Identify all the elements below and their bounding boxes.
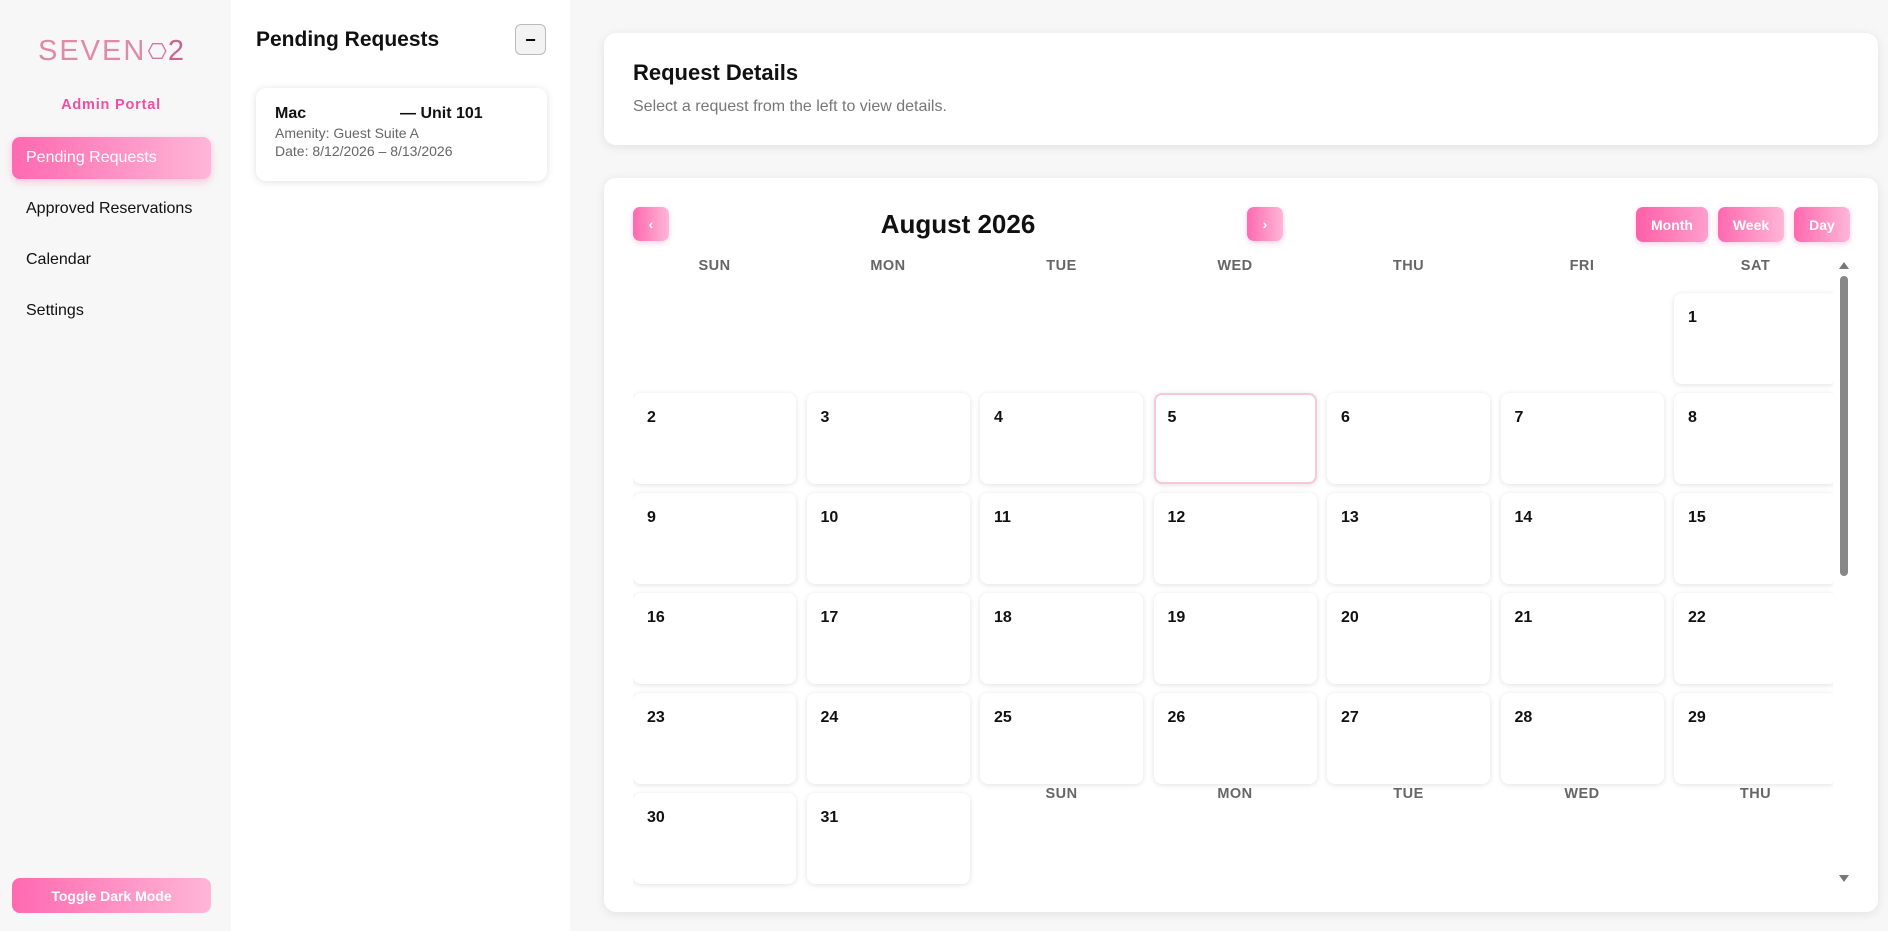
calendar-day-1[interactable]: 1	[1674, 293, 1833, 384]
sidebar-item-approved-reservations[interactable]: Approved Reservations	[12, 188, 211, 230]
calendar-day-9[interactable]: 9	[633, 493, 796, 584]
view-month-button[interactable]: Month	[1636, 207, 1708, 242]
calendar-day-23[interactable]: 23	[633, 693, 796, 784]
calendar-day-11[interactable]: 11	[980, 493, 1143, 584]
pending-panel-title: Pending Requests	[256, 28, 440, 51]
calendar-day-31[interactable]: 31	[806, 793, 970, 884]
calendar-day-17[interactable]: 17	[806, 593, 970, 684]
calendar-day-4[interactable]: 4	[980, 393, 1143, 484]
sidebar-item-pending-requests[interactable]: Pending Requests	[12, 137, 211, 179]
calendar-day-20[interactable]: 20	[1327, 593, 1490, 684]
overflow-weekday-header-mon: MON	[1217, 786, 1253, 802]
calendar-day-12[interactable]: 12	[1153, 493, 1317, 584]
request-date: Date: 8/12/2026 – 8/13/2026	[275, 143, 453, 159]
sidebar-nav: Pending Requests Approved Reservations C…	[12, 137, 211, 341]
weekday-header-fri: FRI	[1569, 258, 1595, 274]
overflow-weekday-header-tue: TUE	[1393, 786, 1424, 802]
weekday-header-tue: TUE	[1046, 258, 1077, 274]
calendar-title: August 2026	[880, 209, 1036, 239]
calendar-day-28[interactable]: 28	[1500, 693, 1664, 784]
request-details-card: Request Details Select a request from th…	[604, 33, 1878, 145]
calendar-day-3[interactable]: 3	[806, 393, 970, 484]
weekday-header-sun: SUN	[698, 258, 731, 274]
calendar-day-25[interactable]: 25	[980, 693, 1143, 784]
request-card-header: Mac — Unit 101	[275, 105, 528, 123]
request-name: Mac	[275, 105, 307, 122]
calendar-day-27[interactable]: 27	[1327, 693, 1490, 784]
calendar-card: ‹ August 2026 › Month Week Day SUN MON TUE…	[604, 178, 1878, 912]
portal-label: Admin Portal	[61, 97, 161, 113]
calendar-day-29[interactable]: 29	[1674, 693, 1833, 784]
details-subtitle: Select a request from the left to view d…	[633, 98, 947, 115]
calendar-day-2[interactable]: 2	[633, 393, 796, 484]
sidebar-item-settings[interactable]: Settings	[12, 290, 211, 332]
calendar-day-15[interactable]: 15	[1674, 493, 1833, 584]
overflow-weekday-header-wed: WED	[1564, 786, 1600, 802]
sidebar-item-calendar[interactable]: Calendar	[12, 239, 211, 281]
calendar-day-6[interactable]: 6	[1327, 393, 1490, 484]
weekday-header-sat: SAT	[1740, 258, 1771, 274]
toggle-dark-mode-button[interactable]: Toggle Dark Mode	[12, 878, 211, 913]
logo-suffix: 2	[167, 34, 186, 67]
weekday-header-thu: THU	[1392, 258, 1425, 274]
prev-month-button[interactable]: ‹	[633, 207, 669, 241]
weekday-header-mon: MON	[870, 258, 906, 274]
scrollbar-thumb[interactable]	[1840, 276, 1848, 576]
calendar-day-13[interactable]: 13	[1327, 493, 1490, 584]
calendar-day-16[interactable]: 16	[633, 593, 796, 684]
sidebar: SEVEN 2 Admin Portal Pending Requests Ap…	[0, 0, 231, 931]
hexagon-logo-icon	[148, 43, 167, 59]
calendar-day-8[interactable]: 8	[1674, 393, 1833, 484]
calendar-day-5[interactable]: 5	[1153, 393, 1317, 484]
calendar-day-30[interactable]: 30	[633, 793, 796, 884]
request-amenity: Amenity: Guest Suite A	[275, 125, 419, 141]
collapse-button[interactable]: −	[515, 24, 546, 55]
request-card[interactable]: Mac — Unit 101 Amenity: Guest Suite A Da…	[256, 88, 547, 181]
next-month-button[interactable]: ›	[1247, 207, 1283, 241]
calendar-day-7[interactable]: 7	[1500, 393, 1664, 484]
app-logo: SEVEN 2	[38, 34, 186, 68]
request-unit: — Unit 101	[400, 105, 483, 122]
logo-text: SEVEN	[38, 34, 147, 67]
scroll-up-arrow-icon[interactable]	[1839, 262, 1849, 269]
view-day-button[interactable]: Day	[1794, 207, 1850, 242]
calendar-day-21[interactable]: 21	[1500, 593, 1664, 684]
weekday-header-wed: WED	[1217, 258, 1253, 274]
pending-requests-panel: Pending Requests − Mac — Unit 101 Amenit…	[231, 0, 570, 931]
calendar-day-18[interactable]: 18	[980, 593, 1143, 684]
scroll-down-arrow-icon[interactable]	[1839, 875, 1849, 882]
calendar-day-22[interactable]: 22	[1674, 593, 1833, 684]
calendar-scrollbar[interactable]	[1838, 262, 1850, 882]
calendar-day-10[interactable]: 10	[806, 493, 970, 584]
details-title: Request Details	[633, 60, 799, 85]
calendar-day-26[interactable]: 26	[1153, 693, 1317, 784]
overflow-weekday-header-thu: THU	[1739, 786, 1772, 802]
calendar-day-14[interactable]: 14	[1500, 493, 1664, 584]
calendar-grid: SUN MON TUE WED THU FRI SAT 1 2 3 4 5 6 7 8 9 10 11 12 13 14…	[633, 258, 1833, 898]
overflow-weekday-header-sun: SUN	[1045, 786, 1078, 802]
calendar-day-19[interactable]: 19	[1153, 593, 1317, 684]
view-week-button[interactable]: Week	[1718, 207, 1784, 242]
calendar-day-24[interactable]: 24	[806, 693, 970, 784]
